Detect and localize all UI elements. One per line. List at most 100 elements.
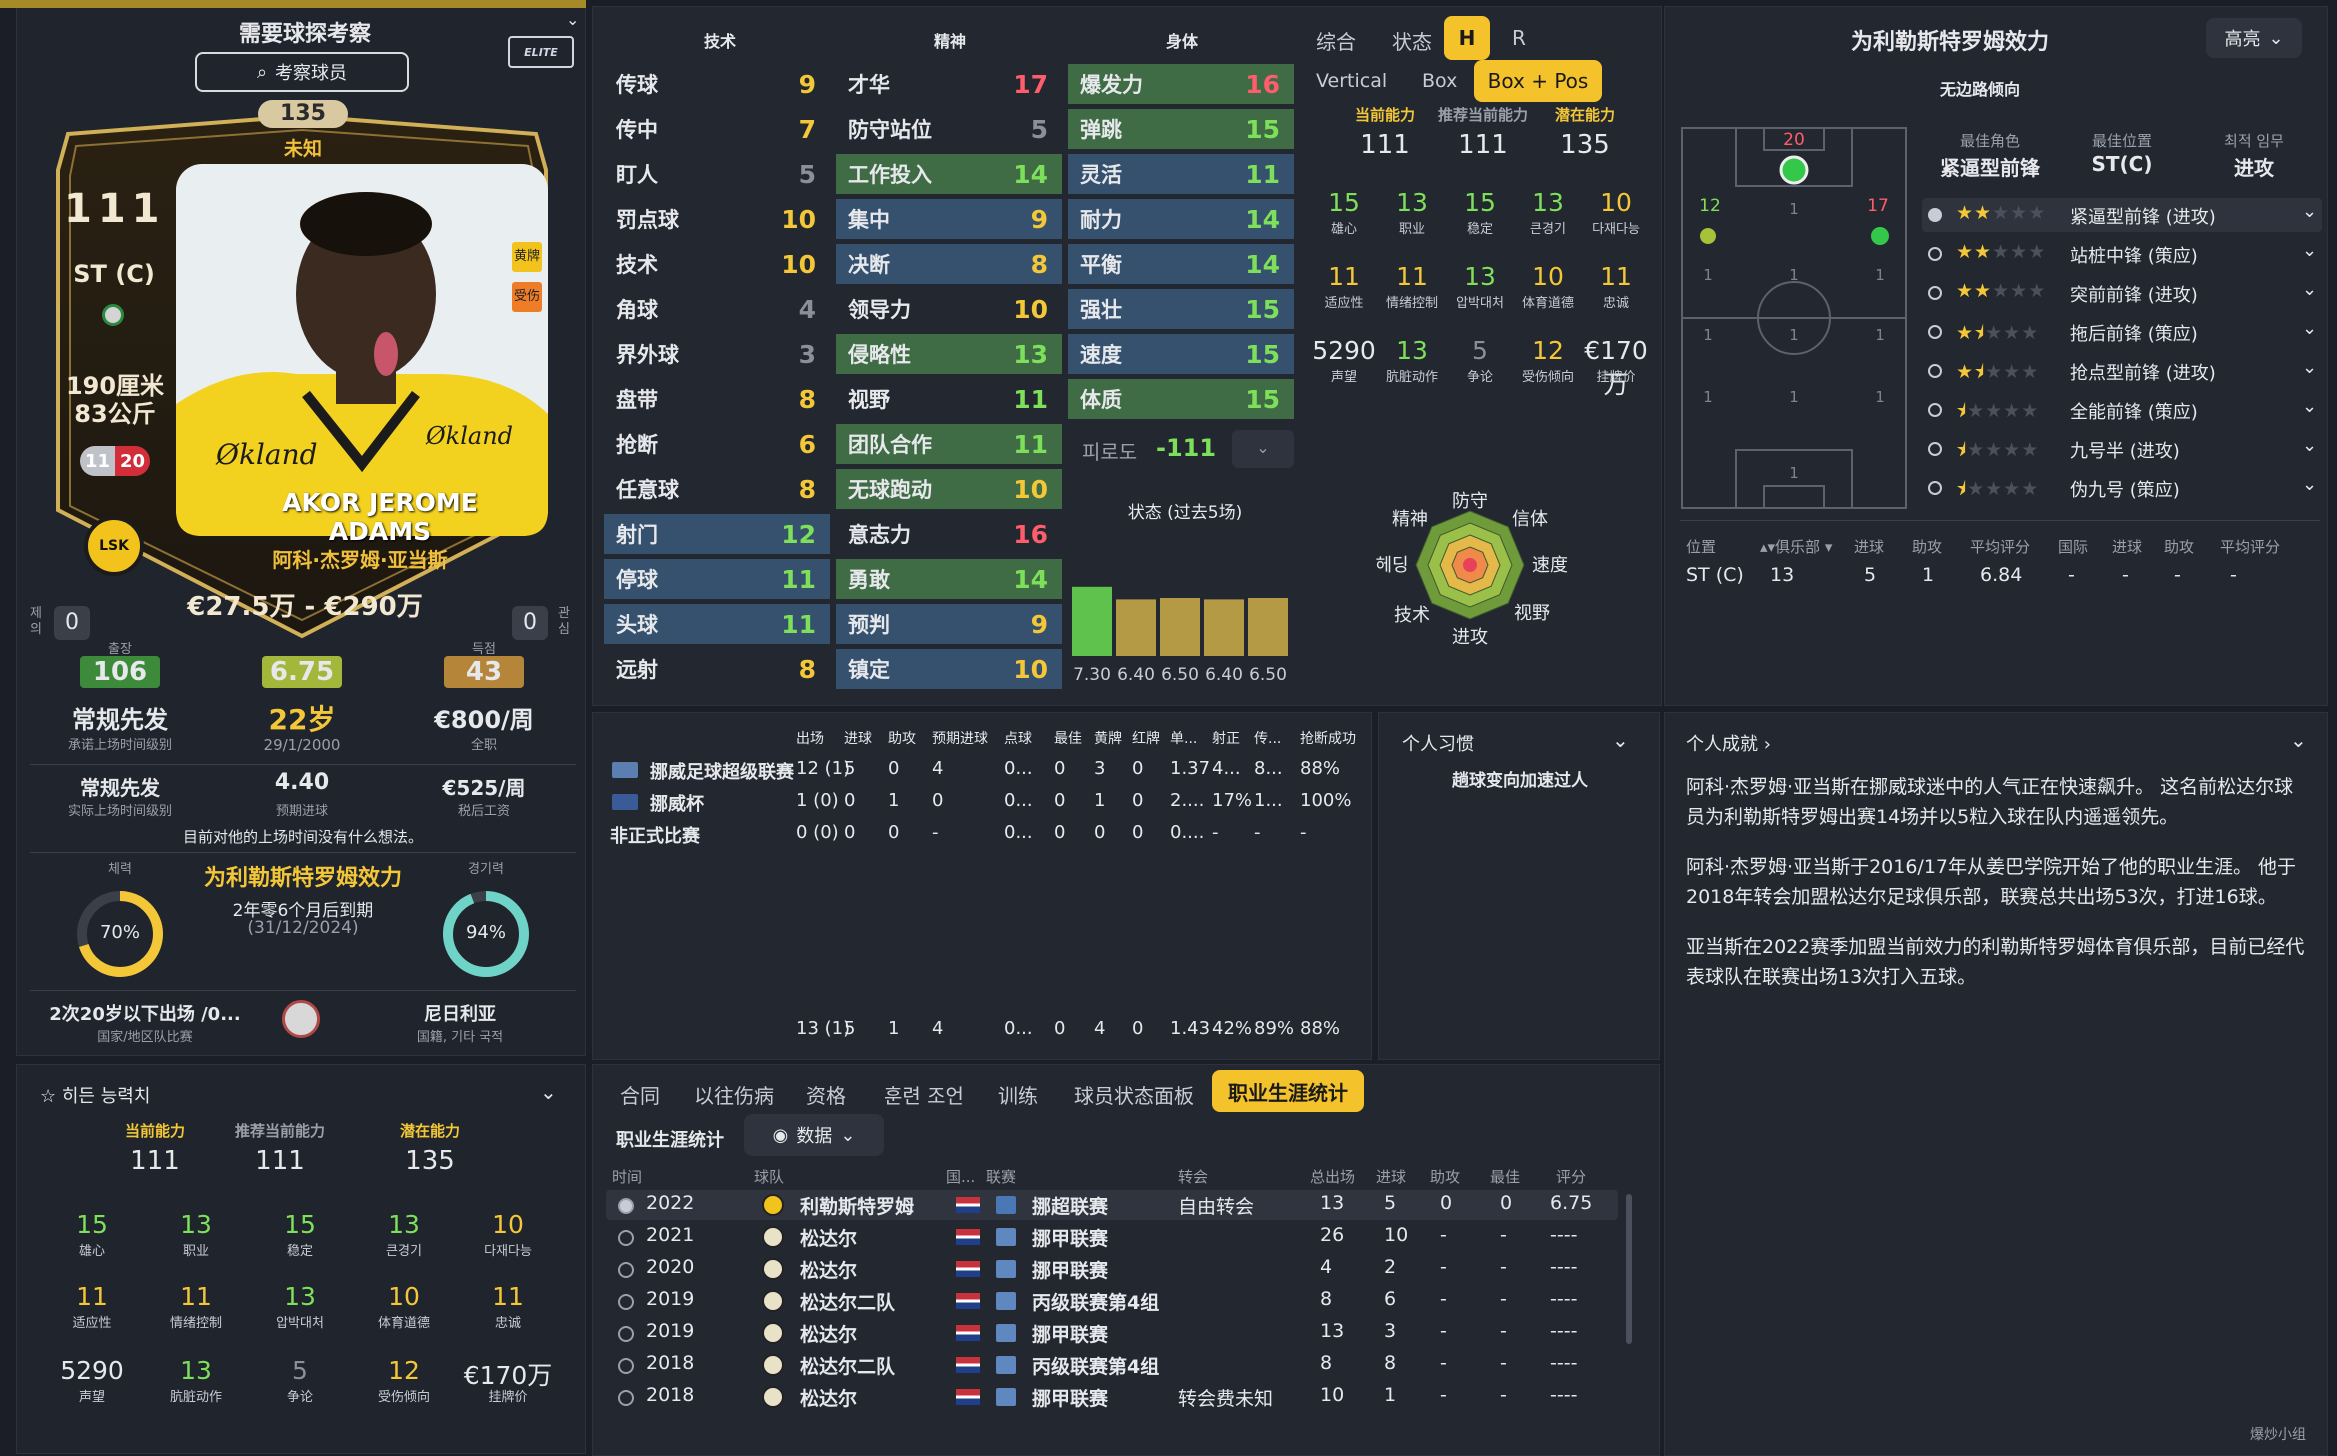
stats-header: 助攻 bbox=[888, 731, 916, 747]
career-tab[interactable]: 职业生涯统计 bbox=[1212, 1070, 1364, 1112]
career-tab[interactable]: 以往伤病 bbox=[694, 1080, 774, 1109]
career-league[interactable]: 丙级联赛第4组 bbox=[1032, 1352, 1159, 1379]
competition-name[interactable]: 非正式比赛 bbox=[610, 822, 700, 848]
ability-stat-value: 11 bbox=[76, 1282, 108, 1311]
chevron-down-icon[interactable]: ⌄ bbox=[2302, 240, 2317, 261]
radio-icon[interactable] bbox=[618, 1390, 634, 1406]
radio-icon[interactable] bbox=[1928, 247, 1942, 261]
fatigue-dropdown[interactable]: ⌄ bbox=[1232, 430, 1294, 468]
radio-icon[interactable] bbox=[618, 1294, 634, 1310]
tab-r[interactable]: R bbox=[1512, 26, 1526, 50]
chevron-down-icon[interactable]: ⌄ bbox=[2302, 474, 2317, 495]
data-dropdown[interactable]: ◉ 数据 ⌄ bbox=[744, 1114, 884, 1156]
career-row[interactable] bbox=[606, 1190, 1618, 1220]
career-league[interactable]: 挪甲联赛 bbox=[1032, 1384, 1108, 1411]
habits-expand-icon[interactable]: ⌄ bbox=[1612, 728, 1629, 752]
chevron-down-icon[interactable]: ⌄ bbox=[2302, 279, 2317, 300]
tab-overview[interactable]: 综合 bbox=[1316, 26, 1356, 55]
radio-icon[interactable] bbox=[618, 1262, 634, 1278]
attribute-name: 团队合作 bbox=[848, 433, 932, 457]
scout-player-button[interactable]: ⌕ 考察球员 bbox=[195, 52, 409, 92]
radio-icon[interactable] bbox=[618, 1358, 634, 1374]
career-club[interactable]: 松达尔 bbox=[800, 1224, 857, 1251]
nation-flag-small bbox=[102, 304, 124, 326]
radio-icon[interactable] bbox=[618, 1198, 634, 1214]
radio-icon[interactable] bbox=[1928, 286, 1942, 300]
pitch-diagram[interactable]: 1 1 1 1 1 1 1 1 1 1 1 bbox=[1680, 126, 1908, 510]
view-box-pos[interactable]: Box + Pos bbox=[1474, 60, 1602, 102]
achievements-title[interactable]: 个人成就 › bbox=[1686, 730, 1771, 756]
ability-stat-label: 争论 bbox=[286, 1390, 313, 1405]
chevron-down-icon[interactable]: ⌄ bbox=[2302, 201, 2317, 222]
star-icon: ★ bbox=[2028, 241, 2047, 263]
stats-cell: - bbox=[1300, 822, 1307, 843]
radio-icon[interactable] bbox=[1928, 442, 1942, 456]
ability-stat-label: 압박대처 bbox=[1456, 296, 1504, 311]
career-club[interactable]: 松达尔 bbox=[800, 1320, 857, 1347]
collapse-icon[interactable]: ⌄ bbox=[566, 10, 579, 29]
career-tab[interactable]: 훈련 조언 bbox=[884, 1080, 964, 1109]
view-vertical[interactable]: Vertical bbox=[1316, 70, 1387, 92]
career-tab[interactable]: 训练 bbox=[998, 1080, 1038, 1109]
stats-cell: 88% bbox=[1300, 758, 1341, 779]
career-league[interactable]: 挪甲联赛 bbox=[1032, 1320, 1108, 1347]
stats-cell: 4... bbox=[1212, 758, 1241, 779]
radio-icon[interactable] bbox=[1928, 403, 1942, 417]
role-name: 全能前锋 (策应) bbox=[2070, 402, 2198, 423]
competition-name[interactable]: 挪威杯 bbox=[650, 790, 704, 816]
career-row[interactable] bbox=[606, 1318, 1618, 1348]
role-row[interactable]: ★⯨★★★ 抢点型前锋 (进攻) ⌄ bbox=[1922, 354, 2322, 388]
tab-status[interactable]: 状态 bbox=[1392, 26, 1432, 55]
highlight-dropdown[interactable]: 高亮 ⌄ bbox=[2206, 18, 2302, 58]
role-row[interactable]: ⯨★★★★ 伪九号 (策应) ⌄ bbox=[1922, 471, 2322, 505]
tab-h[interactable]: H bbox=[1444, 16, 1490, 60]
card-top-number-plate: 135 bbox=[258, 100, 348, 128]
career-club[interactable]: 松达尔 bbox=[800, 1256, 857, 1283]
career-row[interactable] bbox=[606, 1382, 1618, 1412]
achievements-expand-icon[interactable]: ⌄ bbox=[2290, 728, 2307, 752]
career-tab[interactable]: 资格 bbox=[806, 1080, 846, 1109]
career-tab[interactable]: 球员状态面板 bbox=[1074, 1080, 1194, 1109]
career-tab[interactable]: 合同 bbox=[620, 1080, 660, 1109]
hidden-expand-icon[interactable]: ⌄ bbox=[540, 1080, 557, 1104]
ability-stat-value: 13 bbox=[180, 1210, 212, 1239]
attribute-technical-row: 传中 7 bbox=[604, 109, 830, 149]
career-league[interactable]: 丙级联赛第4组 bbox=[1032, 1288, 1159, 1315]
radio-icon[interactable] bbox=[618, 1230, 634, 1246]
radio-icon[interactable] bbox=[1928, 208, 1942, 222]
career-row[interactable] bbox=[606, 1254, 1618, 1284]
radio-icon[interactable] bbox=[1928, 325, 1942, 339]
stats-total-cell: 4 bbox=[1094, 1018, 1106, 1039]
playing-time-label: 承诺上场时间级别 bbox=[67, 738, 172, 753]
chevron-down-icon[interactable]: ⌄ bbox=[2302, 357, 2317, 378]
chevron-down-icon[interactable]: ⌄ bbox=[2302, 435, 2317, 456]
career-club[interactable]: 松达尔 bbox=[800, 1384, 857, 1411]
chevron-down-icon[interactable]: ⌄ bbox=[2302, 396, 2317, 417]
radio-icon[interactable] bbox=[618, 1326, 634, 1342]
career-league[interactable]: 挪甲联赛 bbox=[1032, 1256, 1108, 1283]
role-row[interactable]: ★★★★★ 站桩中锋 (策应) ⌄ bbox=[1922, 237, 2322, 271]
career-club[interactable]: 松达尔二队 bbox=[800, 1288, 895, 1315]
radio-icon[interactable] bbox=[1928, 481, 1942, 495]
career-league[interactable]: 挪甲联赛 bbox=[1032, 1224, 1108, 1251]
role-row[interactable]: ⯨★★★★ 九号半 (进攻) ⌄ bbox=[1922, 432, 2322, 466]
attribute-physical-row: 体质 15 bbox=[1068, 379, 1294, 419]
competition-icon bbox=[612, 762, 638, 778]
role-row[interactable]: ★★★★★ 突前前锋 (进攻) ⌄ bbox=[1922, 276, 2322, 310]
star-icon: ⯨ bbox=[1956, 439, 1968, 461]
attribute-value: 14 bbox=[1013, 564, 1048, 594]
role-row[interactable]: ★★★★★ 紧逼型前锋 (进攻) ⌄ bbox=[1922, 198, 2322, 232]
chevron-down-icon[interactable]: ⌄ bbox=[2302, 318, 2317, 339]
role-row[interactable]: ⯨★★★★ 全能前锋 (策应) ⌄ bbox=[1922, 393, 2322, 427]
career-league[interactable]: 挪超联赛 bbox=[1032, 1192, 1108, 1219]
view-box[interactable]: Box bbox=[1422, 70, 1457, 92]
career-club[interactable]: 松达尔二队 bbox=[800, 1352, 895, 1379]
career-row[interactable] bbox=[606, 1222, 1618, 1252]
attribute-mental-row: 预判 9 bbox=[836, 604, 1062, 644]
role-row[interactable]: ★⯨★★★ 拖后前锋 (策应) ⌄ bbox=[1922, 315, 2322, 349]
radio-icon[interactable] bbox=[1928, 364, 1942, 378]
svg-text:1: 1 bbox=[1789, 200, 1799, 218]
career-club[interactable]: 利勒斯特罗姆 bbox=[800, 1192, 914, 1219]
career-scrollbar[interactable] bbox=[1626, 1194, 1632, 1344]
competition-name[interactable]: 挪威足球超级联赛 bbox=[650, 758, 794, 784]
